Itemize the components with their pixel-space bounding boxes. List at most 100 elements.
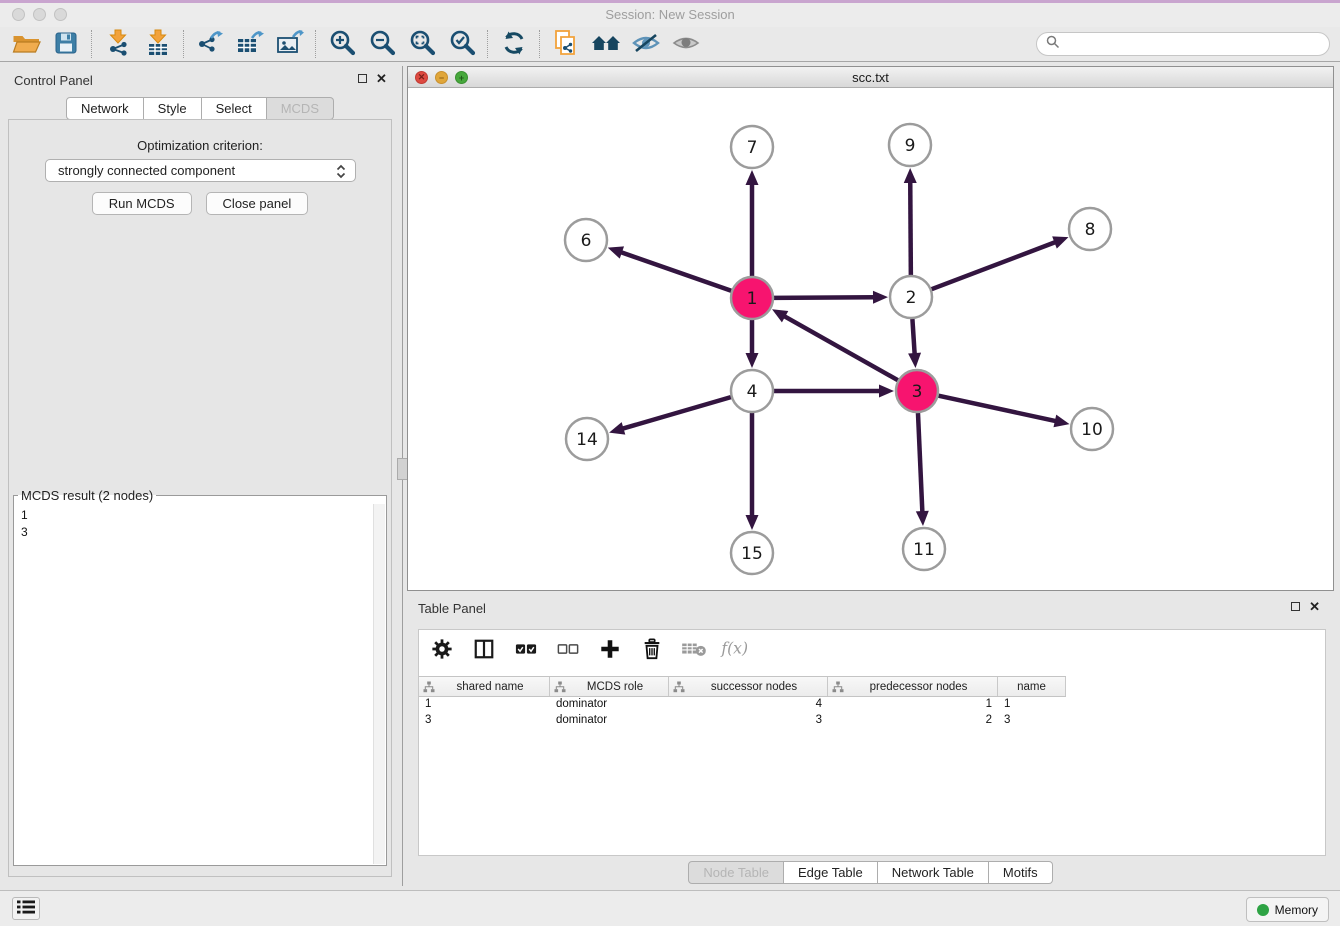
column-header-label: shared name xyxy=(435,681,545,693)
network-view-window[interactable]: ✕ − + scc.txt 7 9 6 8 1 2 4 3 14 10 15 11 xyxy=(407,66,1334,591)
zoom-selected-button[interactable] xyxy=(442,28,482,60)
export-network-icon xyxy=(196,30,224,59)
column-header-predecessor-nodes[interactable]: predecessor nodes xyxy=(828,677,998,696)
edge-3-10[interactable] xyxy=(938,396,1069,428)
edge-4-3[interactable] xyxy=(774,385,894,398)
column-header-name[interactable]: name xyxy=(998,677,1066,696)
node-1[interactable]: 1 xyxy=(731,277,773,319)
save-session-button[interactable] xyxy=(46,28,86,60)
edge-1-2[interactable] xyxy=(774,291,888,304)
edge-2-9[interactable] xyxy=(904,168,917,275)
table-cell[interactable]: 3 xyxy=(669,712,828,728)
zoom-fit-button[interactable] xyxy=(402,28,442,60)
float-table-panel-icon[interactable] xyxy=(1291,602,1300,611)
tab-network[interactable]: Network xyxy=(66,97,144,120)
node-9[interactable]: 9 xyxy=(889,124,931,166)
node-10[interactable]: 10 xyxy=(1071,408,1113,450)
search-input[interactable] xyxy=(1065,34,1329,54)
table-cell[interactable]: 2 xyxy=(828,712,998,728)
network-graph: 7 9 6 8 1 2 4 3 14 10 15 11 xyxy=(409,88,1334,591)
open-file-button[interactable] xyxy=(6,28,46,60)
network-canvas[interactable]: 7 9 6 8 1 2 4 3 14 10 15 11 xyxy=(409,88,1334,591)
tab-style[interactable]: Style xyxy=(144,97,202,120)
node-3[interactable]: 3 xyxy=(896,370,938,412)
table-cell[interactable]: 1 xyxy=(828,696,998,712)
settings-gear-button[interactable] xyxy=(427,636,457,664)
edge-1-4[interactable] xyxy=(746,320,759,368)
node-15[interactable]: 15 xyxy=(731,532,773,574)
table-cell[interactable]: 4 xyxy=(669,696,828,712)
edge-4-14[interactable] xyxy=(609,397,731,434)
network-window-titlebar[interactable]: ✕ − + scc.txt xyxy=(408,67,1333,88)
add-row-button[interactable] xyxy=(595,636,625,664)
first-neighbors-button[interactable] xyxy=(586,28,626,60)
task-history-button[interactable] xyxy=(12,897,40,920)
node-14[interactable]: 14 xyxy=(566,418,608,460)
result-line: 1 xyxy=(21,507,28,524)
save-session-icon xyxy=(54,31,78,58)
close-panel-button[interactable]: Close panel xyxy=(206,192,309,215)
export-image-button[interactable] xyxy=(270,28,310,60)
main-titlebar[interactable]: Session: New Session xyxy=(0,3,1340,28)
column-header-shared-name[interactable]: shared name xyxy=(419,677,550,696)
table-cell[interactable]: 3 xyxy=(419,712,550,728)
edge-1-6[interactable] xyxy=(608,246,732,290)
refresh-layout-button[interactable] xyxy=(494,28,534,60)
edge-2-3[interactable] xyxy=(908,319,921,368)
delete-row-icon xyxy=(641,638,663,663)
function-builder-button: f(x) xyxy=(721,636,751,664)
column-header-label: predecessor nodes xyxy=(844,681,993,693)
control-panel-title: Control Panel xyxy=(14,73,93,88)
node-11[interactable]: 11 xyxy=(903,528,945,570)
column-view-button[interactable] xyxy=(469,636,499,664)
edge-2-8[interactable] xyxy=(932,236,1069,289)
hide-selected-button[interactable] xyxy=(626,28,666,60)
table-cell[interactable]: 1 xyxy=(419,696,550,712)
column-header-MCDS-role[interactable]: MCDS role xyxy=(550,677,669,696)
import-table-button[interactable] xyxy=(138,28,178,60)
tab-network-table[interactable]: Network Table xyxy=(878,861,989,884)
table-cell[interactable]: 1 xyxy=(998,696,1066,712)
edge-1-7[interactable] xyxy=(746,170,759,276)
tab-node-table[interactable]: Node Table xyxy=(688,861,784,884)
node-4[interactable]: 4 xyxy=(731,370,773,412)
tab-edge-table[interactable]: Edge Table xyxy=(784,861,878,884)
table-row[interactable]: 3dominator323 xyxy=(419,712,1325,728)
import-network-button[interactable] xyxy=(98,28,138,60)
hide-selected-icon xyxy=(631,31,661,58)
tab-select[interactable]: Select xyxy=(202,97,267,120)
zoom-out-button[interactable] xyxy=(362,28,402,60)
criterion-dropdown[interactable]: strongly connected component xyxy=(45,159,356,182)
table-cell[interactable]: dominator xyxy=(550,712,669,728)
column-header-successor-nodes[interactable]: successor nodes xyxy=(669,677,828,696)
export-table-button[interactable] xyxy=(230,28,270,60)
edge-3-11[interactable] xyxy=(916,413,929,526)
memory-button[interactable]: Memory xyxy=(1246,897,1329,922)
table-row[interactable]: 1dominator411 xyxy=(419,696,1325,712)
unselect-all-button[interactable] xyxy=(553,636,583,664)
column-header-label: successor nodes xyxy=(685,681,823,693)
tab-motifs[interactable]: Motifs xyxy=(989,861,1053,884)
edge-3-1[interactable] xyxy=(772,309,898,380)
delete-row-button[interactable] xyxy=(637,636,667,664)
edge-4-15[interactable] xyxy=(746,413,759,530)
run-mcds-button[interactable]: Run MCDS xyxy=(92,192,192,215)
control-panel-controls: ✕ xyxy=(358,74,387,83)
table-cell[interactable]: dominator xyxy=(550,696,669,712)
close-table-panel-icon[interactable]: ✕ xyxy=(1309,602,1320,611)
table-cell[interactable]: 3 xyxy=(998,712,1066,728)
result-scrollbar[interactable] xyxy=(373,504,385,864)
clone-network-button[interactable] xyxy=(546,28,586,60)
node-8[interactable]: 8 xyxy=(1069,208,1111,250)
select-all-button[interactable] xyxy=(511,636,541,664)
node-6[interactable]: 6 xyxy=(565,219,607,261)
tab-mcds[interactable]: MCDS xyxy=(267,97,334,120)
float-panel-icon[interactable] xyxy=(358,74,367,83)
close-panel-icon[interactable]: ✕ xyxy=(376,74,387,83)
zoom-in-button[interactable] xyxy=(322,28,362,60)
settings-gear-icon xyxy=(431,638,453,663)
export-network-button[interactable] xyxy=(190,28,230,60)
search-field[interactable] xyxy=(1036,32,1330,56)
node-2[interactable]: 2 xyxy=(890,276,932,318)
node-7[interactable]: 7 xyxy=(731,126,773,168)
